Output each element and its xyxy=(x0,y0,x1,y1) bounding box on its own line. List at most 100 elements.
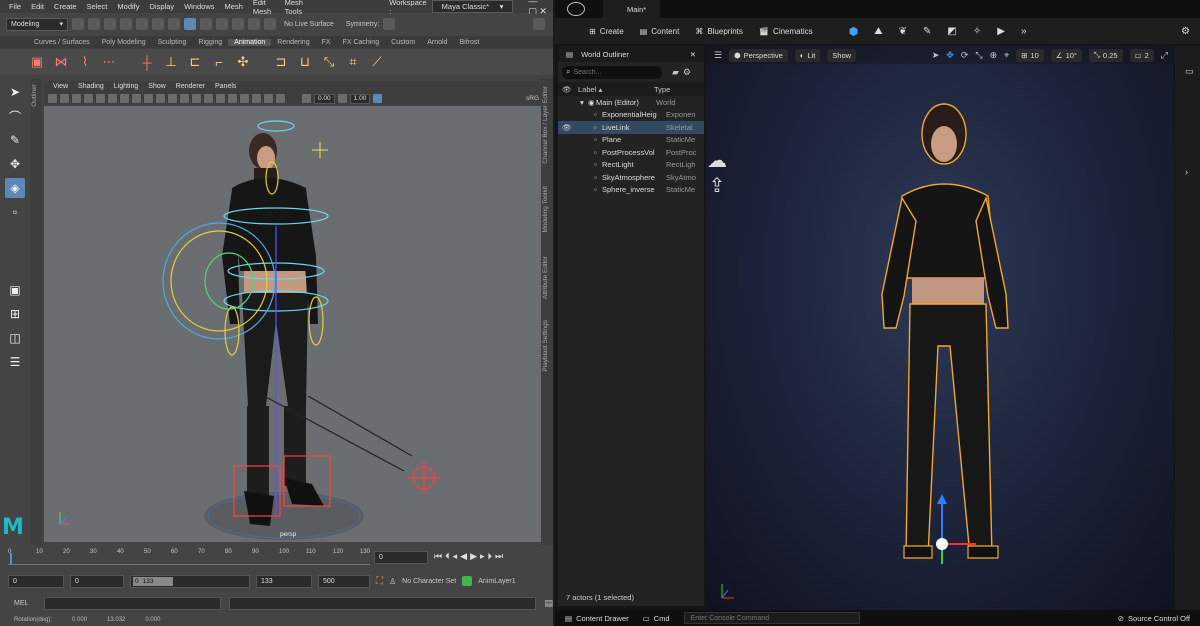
close-icon[interactable]: ✕ xyxy=(690,50,696,59)
outliner-row[interactable]: ▫ Sphere_inverse StaticMe xyxy=(558,184,704,197)
vp-menu-panels[interactable]: Panels xyxy=(210,83,241,90)
redo-icon[interactable] xyxy=(136,18,148,30)
outliner-row[interactable]: ▫ SkyAtmosphere SkyAtmo xyxy=(558,171,704,184)
menu-create[interactable]: Create xyxy=(49,2,82,11)
lit-button[interactable]: ◐ Lit xyxy=(794,48,821,62)
shelf-tab-curves[interactable]: Curves / Surfaces xyxy=(28,39,96,46)
safe-action-icon[interactable] xyxy=(132,94,141,103)
bookmark-icon[interactable] xyxy=(72,94,81,103)
vp-menu-show[interactable]: Show xyxy=(143,83,171,90)
settings-icon[interactable]: ⚙ xyxy=(683,67,691,78)
xray-icon[interactable] xyxy=(252,94,261,103)
outliner-side-tab[interactable]: Outliner xyxy=(30,78,42,548)
select-cursor-icon[interactable]: ➤ xyxy=(932,50,940,61)
animation-start-field[interactable]: 0 xyxy=(8,574,64,588)
range-bar[interactable]: 0 133 xyxy=(130,574,250,588)
workspace-select[interactable]: Maya Classic* ▾ xyxy=(431,0,514,13)
content-drawer-button[interactable]: ▤ Content Drawer xyxy=(565,614,629,623)
select-component-icon[interactable] xyxy=(184,18,196,30)
bind-skin-icon[interactable]: ⊏ xyxy=(186,53,204,71)
scale-icon[interactable]: ⤡ xyxy=(975,50,982,61)
lights-icon[interactable] xyxy=(180,94,189,103)
playback-end-field[interactable]: 133 xyxy=(256,574,312,588)
cinematics-button[interactable]: 🎬︎ Cinematics xyxy=(759,27,813,36)
set-key-icon[interactable]: ⋈ xyxy=(52,53,70,71)
wireframe-icon[interactable] xyxy=(144,94,153,103)
menu-mesh[interactable]: Mesh xyxy=(220,2,248,11)
outliner-row[interactable]: ▫ RectLight RectLigh xyxy=(558,159,704,172)
resolution-gate-icon[interactable] xyxy=(120,94,129,103)
script-editor-icon[interactable]: ▤ xyxy=(544,598,553,609)
create-button[interactable]: ⊞ Create xyxy=(589,27,624,36)
source-control-button[interactable]: ⊘ Source Control Off xyxy=(1118,614,1190,623)
step-forward-key-icon[interactable]: ⏵ xyxy=(488,551,493,562)
move-tool-icon[interactable]: ✥ xyxy=(5,154,25,174)
time-slider[interactable]: 0 10 20 30 40 50 60 70 80 90 100 110 120… xyxy=(0,545,553,569)
motion-trail-icon[interactable]: ⌇ xyxy=(76,53,94,71)
fracture-mode-icon[interactable]: ✧ xyxy=(973,26,981,37)
outliner-layout-icon[interactable]: ☰ xyxy=(5,352,25,372)
settings-icon[interactable]: ⚙ xyxy=(1181,26,1190,37)
animation-end-field[interactable]: 500 xyxy=(318,574,370,588)
vp-menu-view[interactable]: View xyxy=(48,83,73,90)
live-surface-label[interactable]: No Live Surface xyxy=(284,21,334,28)
exposure-icon[interactable] xyxy=(302,94,311,103)
go-to-start-icon[interactable]: ⏮ xyxy=(434,551,442,562)
character-set-label[interactable]: No Character Set xyxy=(402,578,456,585)
lasso-tool-icon[interactable]: ⌒ xyxy=(5,106,25,126)
gamma-icon[interactable] xyxy=(337,94,347,103)
translate-icon[interactable]: ✥ xyxy=(946,50,954,61)
expand-arrow-icon[interactable]: ▾ xyxy=(580,98,588,107)
show-button[interactable]: Show xyxy=(827,48,857,62)
range-handle[interactable]: 0 133 xyxy=(133,576,173,586)
image-plane-icon[interactable] xyxy=(84,94,93,103)
modeling-mode-icon[interactable]: ◩ xyxy=(947,26,956,37)
playblast-settings-tab[interactable]: Playblast Settings xyxy=(542,320,549,372)
world-outliner-tab[interactable]: ▤ World Outliner ✕ xyxy=(558,46,704,62)
point-constraint-icon[interactable]: ✣ xyxy=(234,53,252,71)
menu-display[interactable]: Display xyxy=(145,2,180,11)
step-back-frame-icon[interactable]: ◂ xyxy=(453,551,458,562)
gamma-field[interactable]: 1.00 xyxy=(349,93,371,104)
type-column-header[interactable]: Type xyxy=(654,85,670,94)
pole-vector-icon[interactable]: ⌗ xyxy=(344,53,362,71)
unreal-viewport[interactable] xyxy=(706,46,1174,610)
maya-viewport[interactable]: persp xyxy=(44,106,541,542)
label-column-header[interactable]: Label ▴ xyxy=(578,85,654,94)
menu-file[interactable]: File xyxy=(4,2,26,11)
textured-icon[interactable] xyxy=(168,94,177,103)
current-frame-marker[interactable] xyxy=(10,553,12,565)
orient-constraint-icon[interactable]: ⊐ xyxy=(272,53,290,71)
more-options-icon[interactable]: » xyxy=(1021,26,1027,37)
scale-constraint-icon[interactable]: ⤡ xyxy=(320,53,338,71)
layout-icon[interactable]: ◫ xyxy=(5,328,25,348)
shelf-tab-custom[interactable]: Custom xyxy=(385,39,421,46)
character-set-icon[interactable]: ♙ xyxy=(389,577,396,586)
timeline-track[interactable]: 0 10 20 30 40 50 60 70 80 90 100 110 120… xyxy=(8,549,370,565)
exposure-field[interactable]: 0.00 xyxy=(314,93,335,104)
outliner-row[interactable]: ▫ Plane StaticMe xyxy=(558,134,704,147)
console-command-input[interactable] xyxy=(683,612,860,624)
open-scene-icon[interactable] xyxy=(88,18,100,30)
visibility-eye-icon[interactable]: 👁︎ xyxy=(562,123,594,132)
shelf-tab-animation[interactable]: Animation xyxy=(228,38,272,46)
character-model[interactable] xyxy=(222,133,324,526)
scale-tool-icon[interactable]: ▫ xyxy=(5,202,25,222)
mode-select[interactable]: Modeling ▾ xyxy=(6,17,68,31)
folder-icon[interactable]: ▰ xyxy=(672,67,679,78)
joint-tool-icon[interactable]: ┼ xyxy=(138,53,156,71)
ghost-icon[interactable]: ⋯ xyxy=(100,53,118,71)
mesh-paint-icon[interactable]: ✎ xyxy=(923,26,931,37)
step-forward-frame-icon[interactable]: ▸ xyxy=(480,551,485,562)
camera-attrs-icon[interactable] xyxy=(60,94,69,103)
snap-view-icon[interactable] xyxy=(248,18,260,30)
channel-box-tab[interactable]: Channel Box / Layer Editor xyxy=(542,86,549,164)
colorspace-label[interactable]: sRG xyxy=(526,95,539,102)
grid-icon[interactable] xyxy=(96,94,105,103)
xray-joints-icon[interactable] xyxy=(264,94,273,103)
four-pane-icon[interactable]: ⊞ xyxy=(5,304,25,324)
shelf-tab-rigging[interactable]: Rigging xyxy=(192,39,228,46)
save-scene-icon[interactable] xyxy=(104,18,116,30)
command-input[interactable] xyxy=(43,596,222,610)
rotate-icon[interactable]: ⟳ xyxy=(961,50,969,61)
